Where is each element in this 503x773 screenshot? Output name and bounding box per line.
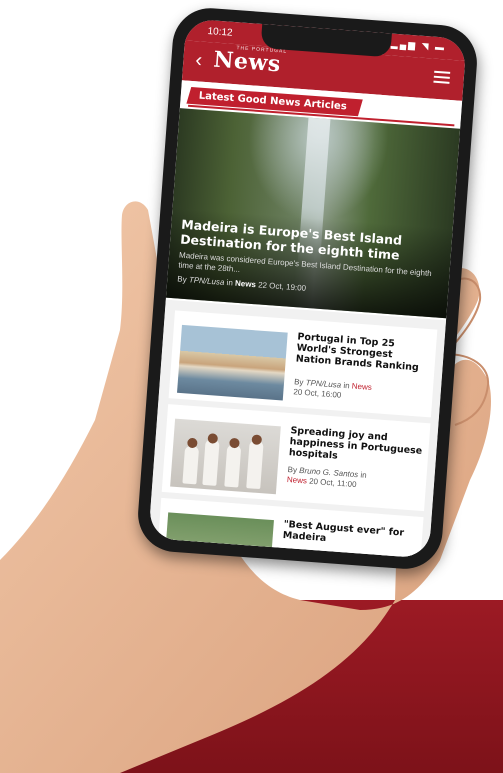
- article-title[interactable]: "Best August ever" for Madeira: [282, 519, 416, 551]
- article-thumbnail[interactable]: [163, 512, 274, 559]
- article-title[interactable]: Portugal in Top 25 World's Strongest Nat…: [295, 331, 430, 374]
- article-category[interactable]: News: [352, 382, 373, 392]
- article-list: Portugal in Top 25 World's Strongest Nat…: [148, 299, 447, 559]
- hamburger-menu-icon[interactable]: [433, 70, 451, 84]
- article-title[interactable]: Spreading joy and happiness in Portugues…: [289, 425, 424, 468]
- person-figure: [224, 444, 242, 488]
- person-figure: [246, 440, 264, 490]
- list-item[interactable]: Spreading joy and happiness in Portugues…: [161, 404, 431, 512]
- article-thumbnail[interactable]: [177, 324, 288, 401]
- article-meta: By Bruno G. Santos in News 20 Oct, 11:00: [287, 465, 421, 495]
- article-thumbnail[interactable]: [170, 418, 281, 495]
- status-time: 10:12: [207, 26, 233, 39]
- person-figure: [202, 438, 220, 486]
- in-word: in: [360, 470, 368, 480]
- hero-article[interactable]: Madeira is Europe's Best Island Destinat…: [165, 108, 461, 319]
- person-figure: [182, 445, 200, 485]
- in-word: in: [226, 278, 234, 288]
- signal-wifi-battery-icon: ▂▄▆ ◥ ▬: [390, 38, 447, 53]
- by-prefix: By: [293, 377, 304, 387]
- back-arrow-icon[interactable]: ‹: [195, 49, 203, 72]
- article-meta: By TPN/Lusa in News 20 Oct, 16:00: [293, 377, 427, 407]
- phone-screen: 10:12 ▂▄▆ ◥ ▬ ‹ THE PORTUGAL News Latest…: [148, 18, 467, 559]
- in-word: in: [343, 380, 350, 391]
- by-prefix: By: [287, 465, 298, 475]
- hero-category[interactable]: News: [235, 279, 257, 290]
- app-logo[interactable]: News: [213, 47, 282, 78]
- phone-frame: 10:12 ▂▄▆ ◥ ▬ ‹ THE PORTUGAL News Latest…: [135, 5, 480, 572]
- by-prefix: By: [177, 274, 187, 285]
- article-category[interactable]: News: [287, 475, 308, 485]
- list-item[interactable]: Portugal in Top 25 World's Strongest Nat…: [168, 310, 438, 418]
